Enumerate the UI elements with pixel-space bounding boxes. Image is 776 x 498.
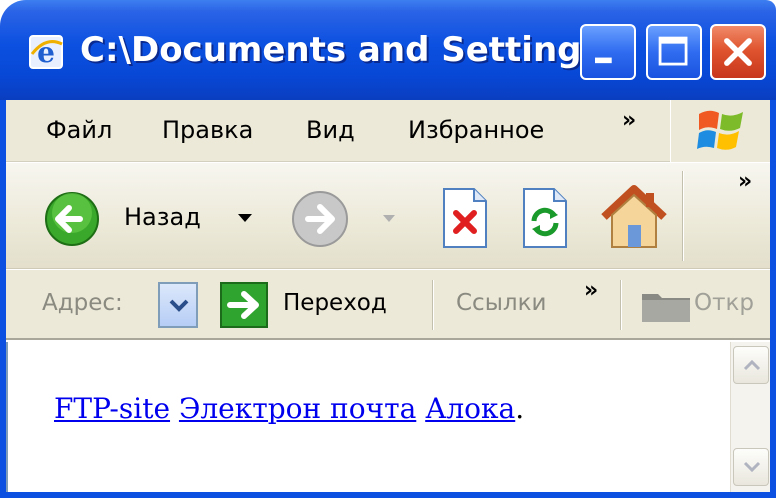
close-icon: [724, 38, 752, 66]
address-dropdown-button[interactable]: [158, 282, 198, 328]
maximize-icon: [658, 36, 688, 66]
menu-file[interactable]: Файл: [46, 116, 112, 144]
ie-icon: e: [29, 35, 63, 69]
menu-view[interactable]: Вид: [306, 116, 355, 144]
menu-overflow-chevron[interactable]: »: [622, 108, 636, 133]
minimize-button[interactable]: [580, 24, 636, 80]
browser-window: e C:\Documents and Setting... Файл Правк…: [0, 0, 776, 498]
trailing-period: .: [515, 392, 525, 425]
toolbar-separator: [682, 171, 684, 261]
email-link[interactable]: Электрон почта: [179, 392, 416, 425]
window-frame-bottom: [0, 492, 776, 498]
folder-icon: [642, 294, 690, 322]
page-content: FTP-site Электрон почта Алока.: [6, 342, 770, 492]
window-frame-right: [770, 100, 776, 498]
windows-logo-icon: [697, 110, 743, 150]
address-label: Адрес:: [42, 290, 123, 316]
address-bar: Адрес: Переход Ссылки » Откр: [6, 270, 770, 340]
open-link-label[interactable]: Откр: [694, 290, 754, 316]
menu-edit[interactable]: Правка: [162, 116, 253, 144]
chevron-down-icon: [743, 461, 761, 473]
stop-button[interactable]: [438, 185, 492, 251]
go-button[interactable]: Переход: [283, 290, 387, 316]
links-separator: [620, 280, 622, 330]
ftp-site-link[interactable]: FTP-site: [54, 392, 170, 425]
back-button[interactable]: [42, 189, 120, 249]
toolbar-overflow-chevron[interactable]: »: [738, 169, 752, 194]
vertical-scrollbar[interactable]: [730, 342, 770, 492]
refresh-button[interactable]: [518, 185, 572, 251]
windows-logo-area: [670, 100, 770, 162]
standard-toolbar: Назад »: [6, 163, 770, 269]
scroll-down-button[interactable]: [733, 448, 769, 486]
minimize-icon: [595, 57, 612, 64]
links-overflow-chevron[interactable]: »: [584, 278, 598, 303]
chevron-down-icon: [169, 299, 189, 312]
chevron-up-icon: [743, 359, 761, 371]
links-label[interactable]: Ссылки: [456, 290, 546, 316]
back-dropdown-icon[interactable]: [236, 211, 254, 225]
forward-dropdown-icon: [383, 215, 395, 222]
title-bar[interactable]: e C:\Documents and Setting...: [0, 0, 776, 100]
menu-favorites[interactable]: Избранное: [408, 116, 544, 144]
go-arrow-icon[interactable]: [220, 282, 272, 328]
home-button[interactable]: [596, 181, 672, 253]
window-title: C:\Documents and Setting...: [80, 30, 621, 70]
back-label[interactable]: Назад: [124, 203, 201, 231]
menu-bar: Файл Правка Вид Избранное »: [6, 100, 770, 162]
address-separator: [432, 280, 434, 330]
forward-button[interactable]: [286, 187, 356, 251]
maximize-button[interactable]: [646, 24, 702, 80]
aloka-link[interactable]: Алока: [425, 392, 515, 425]
close-button[interactable]: [710, 24, 766, 80]
link-row: FTP-site Электрон почта Алока.: [54, 392, 524, 425]
scroll-up-button[interactable]: [733, 346, 769, 384]
